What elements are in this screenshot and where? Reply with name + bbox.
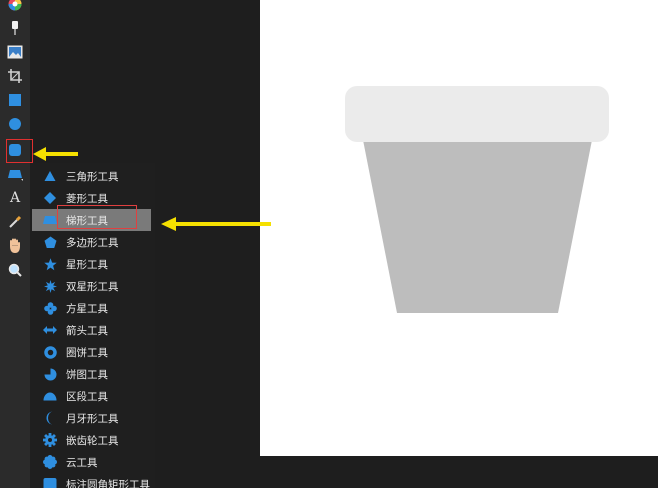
selected-tool-highlight (6, 139, 33, 163)
annotation-arrow-toolbar (33, 147, 78, 161)
menu-item-label: 三角形工具 (66, 170, 119, 183)
hand-icon[interactable] (4, 235, 26, 257)
menu-item-label: 多边形工具 (66, 236, 119, 249)
menu-item-crescent-tool[interactable]: 月牙形工具 (30, 407, 152, 429)
arrow-icon (42, 322, 58, 338)
menu-item-label: 云工具 (66, 456, 98, 469)
menu-item-label: 区段工具 (66, 390, 108, 403)
eyedropper-icon[interactable] (4, 211, 26, 233)
annotation-arrow-menu (161, 217, 271, 231)
menu-item-callout-tool[interactable]: 标注圆角矩形工具 (30, 473, 152, 488)
tools-toolbar: A (0, 0, 33, 488)
menu-item-label: 饼图工具 (66, 368, 108, 381)
menu-item-label: 星形工具 (66, 258, 108, 271)
text-tool-label: A (9, 190, 21, 206)
polygon-icon (42, 234, 58, 250)
ellipse-icon[interactable] (4, 113, 26, 135)
color-wheel-icon[interactable] (4, 0, 26, 15)
rectangle-icon[interactable] (4, 89, 26, 111)
menu-item-square-star-tool[interactable]: 方星工具 (30, 297, 152, 319)
diamond-icon (42, 190, 58, 206)
callout-icon (42, 476, 58, 488)
menu-item-arrow-tool[interactable]: 箭头工具 (30, 319, 152, 341)
crop-icon[interactable] (4, 65, 26, 87)
menu-item-label: 月牙形工具 (66, 412, 119, 425)
menu-item-star-tool[interactable]: 星形工具 (30, 253, 152, 275)
menu-item-cloud-tool[interactable]: 云工具 (30, 451, 152, 473)
menu-item-label: 双星形工具 (66, 280, 119, 293)
pot-rim (345, 86, 609, 142)
double-star-icon (42, 278, 58, 294)
cog-icon (42, 432, 58, 448)
cloud-icon (42, 454, 58, 470)
menu-item-label: 标注圆角矩形工具 (66, 478, 150, 488)
pie-icon (42, 366, 58, 382)
menu-item-segment-tool[interactable]: 区段工具 (30, 385, 152, 407)
text-tool-icon[interactable]: A (4, 187, 26, 209)
menu-item-cog-tool[interactable]: 嵌齿轮工具 (30, 429, 152, 451)
menu-item-label: 箭头工具 (66, 324, 108, 337)
crescent-icon (42, 410, 58, 426)
menu-item-pie-tool[interactable]: 饼图工具 (30, 363, 152, 385)
menu-item-label: 嵌齿轮工具 (66, 434, 119, 447)
menu-item-label: 菱形工具 (66, 192, 108, 205)
zoom-icon[interactable] (4, 259, 26, 281)
trapezoid-icon[interactable] (4, 163, 26, 185)
menu-item-polygon-tool[interactable]: 多边形工具 (30, 231, 152, 253)
menu-item-label: 圈饼工具 (66, 346, 108, 359)
square-star-icon (42, 300, 58, 316)
trapezoid-icon (42, 212, 58, 228)
canvas-drawing (345, 86, 609, 313)
image-icon[interactable] (4, 41, 26, 63)
donut-icon (42, 344, 58, 360)
brush-icon[interactable] (4, 17, 26, 39)
menu-item-label: 方星工具 (66, 302, 108, 315)
menu-item-triangle-tool[interactable]: 三角形工具 (30, 165, 152, 187)
menu-item-double-star-tool[interactable]: 双星形工具 (30, 275, 152, 297)
document-canvas[interactable] (260, 0, 658, 456)
star-icon (42, 256, 58, 272)
triangle-icon (42, 168, 58, 184)
pot-body (363, 140, 592, 313)
menu-item-donut-tool[interactable]: 圈饼工具 (30, 341, 152, 363)
selected-item-highlight (57, 205, 137, 229)
segment-icon (42, 388, 58, 404)
